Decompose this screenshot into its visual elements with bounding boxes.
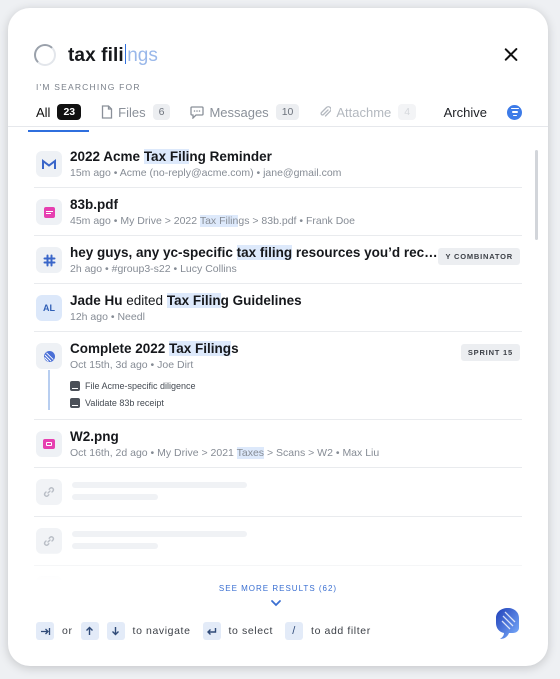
chart-icon — [70, 397, 80, 408]
result-meta: Oct 16th, 2d ago • My Drive > 2021 Taxes… — [70, 447, 380, 459]
subtask-label: File Acme-specific diligence — [85, 380, 196, 391]
hint-select-text: to select — [228, 625, 274, 637]
search-query-text: tax fili — [68, 44, 124, 66]
result-item[interactable]: 83b.pdf 45m ago • My Drive > 2022 Tax Fi… — [34, 188, 522, 236]
result-title: Jade Hu edited Tax Filing Guidelines — [70, 293, 302, 308]
tab-files-label: Files — [118, 104, 146, 120]
thread-line — [48, 370, 50, 410]
tab-archive[interactable]: Archive — [444, 98, 487, 126]
subtask-item[interactable]: Validate 83b receipt — [70, 394, 518, 411]
arrow-down-key-icon — [106, 622, 125, 640]
workspace-badge: Y COMBINATOR — [438, 248, 520, 265]
search-suggestion-text: ngs — [127, 44, 158, 66]
tab-attachments[interactable]: Attachme 4 — [319, 98, 417, 126]
gmail-icon — [36, 151, 62, 177]
result-item[interactable]: W2.png Oct 16th, 2d ago • My Drive > 202… — [34, 420, 522, 468]
pdf-file-icon — [36, 199, 62, 225]
search-panel: tax fili ngs I'M SEARCHING FOR All 23 Fil… — [8, 8, 548, 666]
result-title: 2022 Acme Tax Filing Reminder — [70, 149, 272, 164]
hint-navigate-text: to navigate — [132, 625, 191, 637]
subtask-item[interactable]: File Acme-specific diligence — [70, 377, 518, 394]
keyboard-hints: or to navigate to select / to add filter — [36, 622, 379, 640]
close-icon[interactable] — [500, 44, 522, 66]
results-scrollbar[interactable] — [535, 150, 538, 240]
result-item[interactable]: AL Jade Hu edited Tax Filing Guidelines … — [34, 284, 522, 332]
result-meta: 12h ago • Needl — [70, 311, 145, 323]
tab-messages[interactable]: Messages 10 — [190, 98, 300, 126]
result-item[interactable]: hey guys, any yc-specific tax filing res… — [34, 236, 522, 284]
result-meta: Oct 15th, 3d ago • Joe Dirt — [70, 359, 194, 371]
file-icon — [101, 105, 113, 119]
hint-or-text: or — [62, 625, 73, 637]
tabs-divider — [8, 126, 548, 127]
tab-all[interactable]: All 23 — [27, 98, 90, 132]
linear-icon — [36, 343, 62, 369]
app-logo-icon — [494, 606, 524, 640]
result-item[interactable]: Complete 2022 Tax Filings Oct 15th, 3d a… — [34, 332, 522, 420]
search-row: tax fili ngs — [34, 40, 522, 70]
hint-filter-text: to add filter — [311, 625, 371, 637]
searching-for-label: I'M SEARCHING FOR — [36, 82, 141, 92]
loading-placeholder-row — [34, 468, 522, 517]
results-list: 2022 Acme Tax Filing Reminder 15m ago • … — [34, 140, 522, 585]
see-more-results-link[interactable]: SEE MORE RESULTS (62) — [8, 584, 548, 593]
result-title: W2.png — [70, 429, 119, 444]
tab-key-icon — [36, 622, 54, 640]
subtask-list: File Acme-specific diligence Validate 83… — [70, 377, 518, 411]
text-caret — [124, 43, 127, 64]
paperclip-icon — [319, 105, 332, 119]
tab-files[interactable]: Files 6 — [101, 98, 171, 126]
link-icon — [36, 528, 62, 554]
result-meta: 2h ago • #group3-s22 • Lucy Collins — [70, 263, 237, 275]
slack-icon — [36, 247, 62, 273]
result-meta: 15m ago • Acme (no-reply@acme.com) • jan… — [70, 167, 342, 179]
enter-key-icon — [202, 622, 221, 640]
slash-key: / — [285, 622, 304, 640]
result-title: Complete 2022 Tax Filings — [70, 341, 239, 356]
tab-all-count: 23 — [57, 104, 82, 120]
filter-menu-icon[interactable] — [507, 104, 522, 120]
tab-attachments-label: Attachme — [336, 104, 392, 120]
image-file-icon — [36, 431, 62, 457]
tab-messages-label: Messages — [209, 104, 269, 120]
chevron-down-icon[interactable] — [270, 594, 282, 612]
search-input[interactable]: tax fili ngs — [68, 43, 158, 67]
tab-all-label: All — [36, 104, 51, 120]
sprint-badge: SPRINT 15 — [460, 344, 520, 361]
tab-attachments-count: 4 — [398, 104, 417, 120]
result-title: hey guys, any yc-specific tax filing res… — [70, 245, 440, 260]
arrow-up-key-icon — [80, 622, 99, 640]
loading-spinner-icon — [34, 44, 56, 66]
avatar: AL — [36, 295, 62, 321]
result-item[interactable]: 2022 Acme Tax Filing Reminder 15m ago • … — [34, 140, 522, 188]
link-icon — [36, 479, 62, 505]
result-title: 83b.pdf — [70, 197, 119, 212]
chart-icon — [70, 380, 80, 391]
chat-bubble-icon — [190, 105, 205, 119]
subtask-label: Validate 83b receipt — [85, 397, 164, 408]
tab-messages-count: 10 — [275, 104, 300, 120]
tab-files-count: 6 — [152, 104, 171, 120]
result-meta: 45m ago • My Drive > 2022 Tax Filings > … — [70, 215, 355, 227]
filter-tabs: All 23 Files 6 Messages 10 Attachme 4 Ar… — [27, 98, 522, 132]
